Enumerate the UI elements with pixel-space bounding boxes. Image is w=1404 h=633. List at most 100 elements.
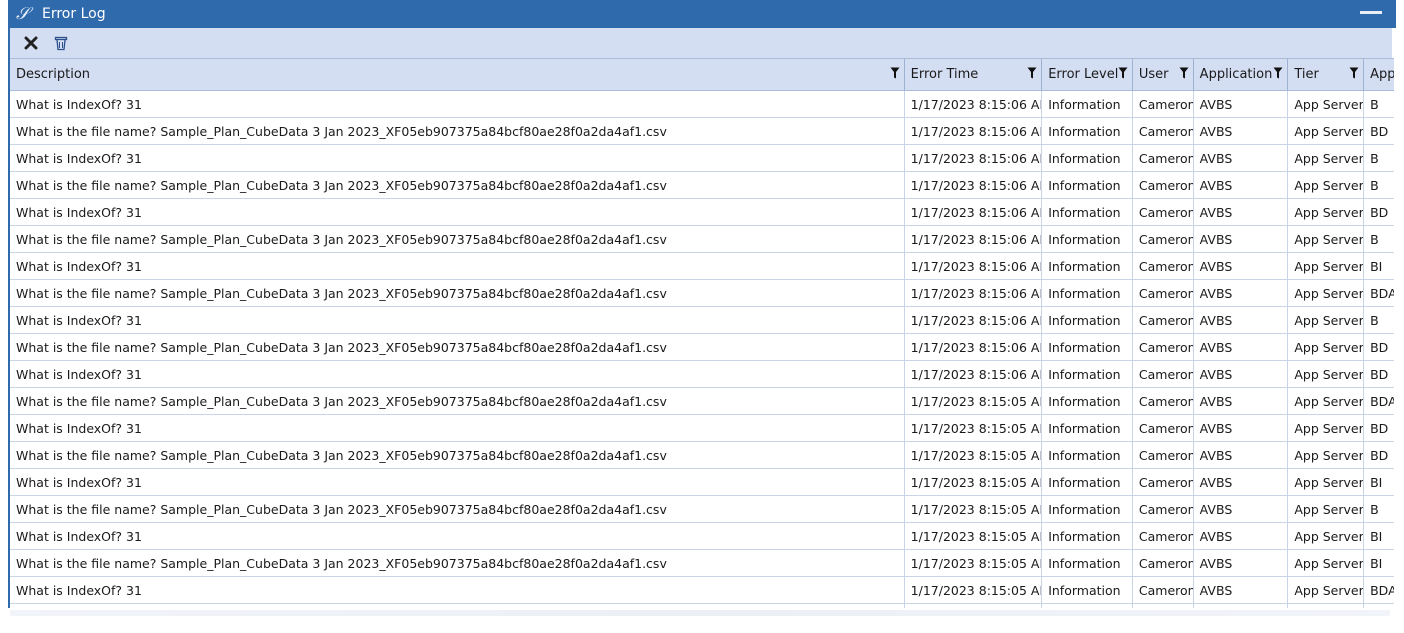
column-header-application[interactable]: Application — [1194, 59, 1289, 90]
cell-user: Cameron — [1133, 469, 1194, 495]
table-row[interactable]: What is IndexOf? 31 1/17/2023 8:15:06 AM I… — [10, 253, 1394, 280]
trash-icon — [54, 36, 68, 50]
cell-error-level: Information — [1042, 199, 1133, 225]
table-row[interactable]: What is the file name? Sample_Plan_CubeD… — [10, 118, 1394, 145]
cell-app: BI — [1370, 474, 1383, 490]
cell-error-time: 1/17/2023 8:15:06 AM — [905, 334, 1043, 360]
cell-app: BD — [1370, 366, 1389, 382]
cell-error-time: 1/17/2023 8:15:05 AM — [905, 496, 1043, 522]
cell-tier: App Server — [1288, 361, 1365, 387]
column-header-user[interactable]: User — [1133, 59, 1194, 90]
table-row[interactable]: What is IndexOf? 31 1/17/2023 8:15:06 AM I… — [10, 199, 1394, 226]
cell-error-time: 1/17/2023 8:15:05 AM — [905, 469, 1043, 495]
table-row[interactable]: What is the file name? Sample_Plan_CubeD… — [10, 388, 1394, 415]
app-logo-icon: 𝒮 — [16, 4, 30, 24]
cell-app: BI — [1370, 258, 1383, 274]
table-row[interactable]: What is the file name? Sample_Plan_CubeD… — [10, 334, 1394, 361]
cell-error-level: Information — [1042, 307, 1133, 333]
cell-application: AVBS — [1194, 253, 1289, 279]
cell-error-time: 1/17/2023 8:15:05 AM — [905, 415, 1043, 441]
cell-application: AVBS — [1194, 91, 1289, 117]
cell-application: AVBS — [1194, 388, 1289, 414]
cell-tier: App Server — [1288, 415, 1365, 441]
column-header-app[interactable]: App — [1364, 59, 1394, 90]
column-header-error-level[interactable]: Error Level — [1042, 59, 1133, 90]
table-row[interactable]: What is the file name? Sample_Plan_CubeD… — [10, 172, 1394, 199]
cell-tier: App Server — [1288, 550, 1365, 576]
cell-error-level: Information — [1042, 469, 1133, 495]
cell-app: BD — [1370, 447, 1389, 463]
table-row[interactable]: What is IndexOf? 31 1/17/2023 8:15:06 AM I… — [10, 145, 1394, 172]
table-row[interactable]: What is the file name? Sample_Plan_CubeD… — [10, 442, 1394, 469]
table-row[interactable]: What is the file name? Sample_Plan_CubeD… — [10, 496, 1394, 523]
cell-error-level: Information — [1042, 550, 1133, 576]
cell-user: Cameron — [1133, 334, 1194, 360]
table-row[interactable]: What is IndexOf? 31 1/17/2023 8:15:05 AM I… — [10, 577, 1394, 604]
cell-user: Cameron — [1133, 442, 1194, 468]
cell-app: BI — [1370, 555, 1383, 571]
column-header-error-time[interactable]: Error Time — [905, 59, 1043, 90]
cell-user: Cameron — [1133, 253, 1194, 279]
table-row[interactable]: What is IndexOf? 31 1/17/2023 8:15:05 AM I… — [10, 523, 1394, 550]
cell-application: AVBS — [1194, 577, 1289, 603]
cell-tier: App Server — [1288, 442, 1365, 468]
cell-app: B — [1370, 150, 1379, 166]
cell-user: Cameron — [1133, 91, 1194, 117]
cell-app: B — [1370, 96, 1379, 112]
cell-description: What is IndexOf? 31 — [10, 145, 905, 171]
cell-error-time: 1/17/2023 8:15:06 AM — [905, 172, 1043, 198]
cell-error-time: 1/17/2023 8:15:05 AM — [905, 550, 1043, 576]
cell-app: BI — [1370, 528, 1383, 544]
cell-application: AVBS — [1194, 361, 1289, 387]
table-row[interactable]: What is IndexOf? 31 1/17/2023 8:15:05 AM I… — [10, 415, 1394, 442]
cell-tier: App Server — [1288, 145, 1365, 171]
cell-app: BD — [1370, 420, 1389, 436]
window-left-edge — [0, 0, 8, 633]
cell-application: AVBS — [1194, 550, 1289, 576]
cell-error-time: 1/17/2023 8:15:06 AM — [905, 145, 1043, 171]
cell-error-level: Information — [1042, 226, 1133, 252]
cell-tier: App Server — [1288, 199, 1365, 225]
minimize-icon[interactable] — [1360, 11, 1382, 14]
cell-app: BDA — [1370, 393, 1394, 409]
table-row[interactable]: What is IndexOf? 31 1/17/2023 8:15:05 AM I… — [10, 469, 1394, 496]
filter-icon[interactable] — [1179, 67, 1189, 79]
cell-error-time: 1/17/2023 8:15:06 AM — [905, 307, 1043, 333]
column-header-label: Error Time — [910, 67, 979, 82]
grid-body: What is IndexOf? 31 1/17/2023 8:15:06 AM I… — [10, 91, 1394, 631]
cell-tier: App Server — [1288, 280, 1365, 306]
cell-application: AVBS — [1194, 442, 1289, 468]
window-title: Error Log — [42, 6, 106, 22]
window-titlebar[interactable]: 𝒮 Error Log — [8, 0, 1396, 28]
table-row[interactable]: What is the file name? Sample_Plan_CubeD… — [10, 550, 1394, 577]
filter-icon[interactable] — [1027, 67, 1037, 79]
toolbar — [10, 28, 1392, 58]
cell-application: AVBS — [1194, 118, 1289, 144]
filter-icon[interactable] — [1273, 67, 1283, 79]
cell-app: B — [1370, 231, 1379, 247]
grid-header: Description Error Time Error Level User Appl… — [10, 58, 1394, 91]
table-row[interactable]: What is the file name? Sample_Plan_CubeD… — [10, 226, 1394, 253]
filter-icon[interactable] — [1349, 67, 1359, 79]
column-header-tier[interactable]: Tier — [1288, 59, 1365, 90]
cell-description: What is IndexOf? 31 — [10, 469, 905, 495]
cell-description: What is the file name? Sample_Plan_CubeD… — [10, 496, 905, 522]
filter-icon[interactable] — [1118, 67, 1128, 79]
table-row[interactable]: What is IndexOf? 31 1/17/2023 8:15:06 AM I… — [10, 91, 1394, 118]
cell-tier: App Server — [1288, 523, 1365, 549]
cell-description: What is the file name? Sample_Plan_CubeD… — [10, 172, 905, 198]
table-row[interactable]: What is the file name? Sample_Plan_CubeD… — [10, 280, 1394, 307]
cell-user: Cameron — [1133, 415, 1194, 441]
filter-icon[interactable] — [890, 67, 900, 79]
cell-description: What is the file name? Sample_Plan_CubeD… — [10, 550, 905, 576]
column-header-description[interactable]: Description — [10, 59, 905, 90]
table-row[interactable]: What is IndexOf? 31 1/17/2023 8:15:06 AM I… — [10, 307, 1394, 334]
clear-log-button[interactable] — [50, 32, 72, 54]
cell-error-time: 1/17/2023 8:15:05 AM — [905, 388, 1043, 414]
column-header-label: App — [1370, 67, 1394, 82]
cell-tier: App Server — [1288, 388, 1365, 414]
close-log-button[interactable] — [20, 32, 42, 54]
cell-app: B — [1370, 177, 1379, 193]
table-row[interactable]: What is IndexOf? 31 1/17/2023 8:15:06 AM I… — [10, 361, 1394, 388]
cell-description: What is the file name? Sample_Plan_CubeD… — [10, 118, 905, 144]
